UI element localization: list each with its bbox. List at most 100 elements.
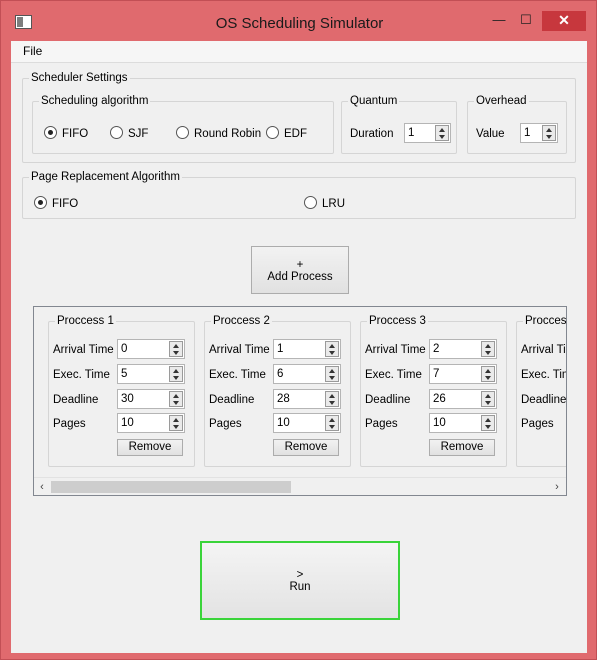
add-process-button[interactable]: + Add Process — [251, 246, 349, 294]
process-4-exec-label: Exec. Time — [521, 369, 566, 381]
process-1-exec-label: Exec. Time — [53, 369, 110, 381]
close-button[interactable]: ✕ — [542, 11, 586, 31]
scheduling-algorithm-title: Scheduling algorithm — [39, 95, 151, 108]
process-4-deadline-label: Deadline — [521, 394, 567, 406]
process-3-deadline-spinbox[interactable]: 26 — [429, 389, 497, 409]
process-1-deadline-value: 30 — [121, 393, 134, 405]
process-4-title: Proccess 4 — [523, 315, 566, 328]
title-bar[interactable]: OS Scheduling Simulator — ☐ ✕ — [1, 1, 597, 41]
process-1-arrival-spinbox[interactable]: 0 — [117, 339, 185, 359]
scheduler-settings-title: Scheduler Settings — [29, 72, 130, 85]
process-4-group: Proccess 4 Arrival Time Exec. Time Deadl… — [516, 315, 567, 467]
spin-arrows-icon[interactable] — [481, 341, 495, 357]
spin-arrows-icon[interactable] — [325, 415, 339, 431]
process-2-exec-spinbox[interactable]: 6 — [273, 364, 341, 384]
process-3-title: Proccess 3 — [367, 315, 428, 328]
radio-sched-fifo-label: FIFO — [62, 128, 89, 140]
process-1-title: Proccess 1 — [55, 315, 116, 328]
spin-arrows-icon[interactable] — [169, 391, 183, 407]
menu-file[interactable]: File — [23, 44, 42, 58]
process-1-remove-button[interactable]: Remove — [117, 439, 183, 456]
process-3-pages-value: 10 — [433, 417, 446, 429]
spin-arrows-icon[interactable] — [169, 415, 183, 431]
process-2-pages-label: Pages — [209, 418, 242, 430]
process-1-pages-spinbox[interactable]: 10 — [117, 413, 185, 433]
process-2-arrival-value: 1 — [277, 343, 284, 355]
process-2-title: Proccess 2 — [211, 315, 272, 328]
spin-arrows-icon[interactable] — [481, 415, 495, 431]
overhead-group: Overhead Value 1 — [467, 95, 567, 154]
quantum-duration-spinbox[interactable]: 1 — [404, 123, 451, 143]
spin-arrows-icon[interactable] — [542, 125, 556, 141]
spin-arrows-icon[interactable] — [325, 341, 339, 357]
process-1-arrival-label: Arrival Time — [53, 344, 114, 356]
process-3-exec-label: Exec. Time — [365, 369, 422, 381]
process-4-arrival-label: Arrival Time — [521, 344, 566, 356]
process-1-group: Proccess 1 Arrival Time 0 Exec. Time 5 D… — [48, 315, 195, 467]
radio-sched-round-robin[interactable] — [176, 126, 189, 139]
menu-bar: File — [11, 41, 587, 63]
spin-arrows-icon[interactable] — [169, 341, 183, 357]
spin-arrows-icon[interactable] — [481, 391, 495, 407]
quantum-title: Quantum — [348, 95, 400, 108]
overhead-value-spinbox[interactable]: 1 — [520, 123, 558, 143]
process-3-arrival-spinbox[interactable]: 2 — [429, 339, 497, 359]
radio-sched-sjf-label: SJF — [128, 128, 149, 140]
process-1-exec-spinbox[interactable]: 5 — [117, 364, 185, 384]
spin-arrows-icon[interactable] — [169, 366, 183, 382]
minimize-button[interactable]: — — [488, 11, 510, 31]
quantum-duration-value: 1 — [408, 127, 415, 139]
radio-page-fifo[interactable] — [34, 196, 47, 209]
process-2-exec-value: 6 — [277, 368, 284, 380]
process-3-exec-spinbox[interactable]: 7 — [429, 364, 497, 384]
maximize-button[interactable]: ☐ — [515, 11, 537, 31]
radio-page-lru[interactable] — [304, 196, 317, 209]
quantum-duration-label: Duration — [350, 128, 394, 140]
client-area: File Scheduler Settings Scheduling algor… — [11, 41, 587, 653]
radio-page-fifo-label: FIFO — [52, 198, 79, 210]
process-2-exec-label: Exec. Time — [209, 369, 266, 381]
process-2-pages-value: 10 — [277, 417, 290, 429]
process-2-deadline-value: 28 — [277, 393, 290, 405]
process-3-pages-label: Pages — [365, 418, 398, 430]
overhead-value-label: Value — [476, 128, 505, 140]
scroll-left-icon[interactable]: ‹ — [36, 480, 48, 494]
spin-arrows-icon[interactable] — [325, 366, 339, 382]
app-window: OS Scheduling Simulator — ☐ ✕ File Sched… — [0, 0, 597, 660]
spin-arrows-icon[interactable] — [481, 366, 495, 382]
scroll-right-icon[interactable]: › — [551, 480, 563, 494]
scheduling-algorithm-group: Scheduling algorithm FIFO SJF Round Robi… — [32, 95, 334, 154]
process-1-deadline-spinbox[interactable]: 30 — [117, 389, 185, 409]
process-scroll-area[interactable]: Proccess 1 Arrival Time 0 Exec. Time 5 D… — [33, 306, 567, 496]
process-1-pages-label: Pages — [53, 418, 86, 430]
spin-arrows-icon[interactable] — [325, 391, 339, 407]
scrollbar-thumb[interactable] — [51, 481, 291, 493]
process-2-arrival-spinbox[interactable]: 1 — [273, 339, 341, 359]
process-1-pages-value: 10 — [121, 417, 134, 429]
radio-sched-fifo[interactable] — [44, 126, 57, 139]
process-3-pages-spinbox[interactable]: 10 — [429, 413, 497, 433]
page-replacement-title: Page Replacement Algorithm — [29, 171, 182, 184]
process-3-arrival-value: 2 — [433, 343, 440, 355]
radio-sched-sjf[interactable] — [110, 126, 123, 139]
process-3-exec-value: 7 — [433, 368, 440, 380]
radio-sched-edf[interactable] — [266, 126, 279, 139]
process-2-deadline-spinbox[interactable]: 28 — [273, 389, 341, 409]
process-1-arrival-value: 0 — [121, 343, 128, 355]
process-2-pages-spinbox[interactable]: 10 — [273, 413, 341, 433]
radio-sched-round-robin-label: Round Robin — [194, 128, 262, 140]
process-2-group: Proccess 2 Arrival Time 1 Exec. Time 6 D… — [204, 315, 351, 467]
process-3-deadline-value: 26 — [433, 393, 446, 405]
process-2-remove-button[interactable]: Remove — [273, 439, 339, 456]
process-2-arrival-label: Arrival Time — [209, 344, 270, 356]
radio-sched-edf-label: EDF — [284, 128, 307, 140]
process-3-remove-button[interactable]: Remove — [429, 439, 495, 456]
horizontal-scrollbar[interactable]: ‹ › — [34, 477, 566, 495]
radio-page-lru-label: LRU — [322, 198, 346, 210]
page-replacement-group: Page Replacement Algorithm FIFO LRU — [22, 171, 576, 219]
process-4-pages-label: Pages — [521, 418, 554, 430]
spin-arrows-icon[interactable] — [435, 125, 449, 141]
process-3-deadline-label: Deadline — [365, 394, 411, 406]
run-button[interactable]: > Run — [200, 541, 400, 620]
scheduler-settings-group: Scheduler Settings Scheduling algorithm … — [22, 72, 576, 163]
